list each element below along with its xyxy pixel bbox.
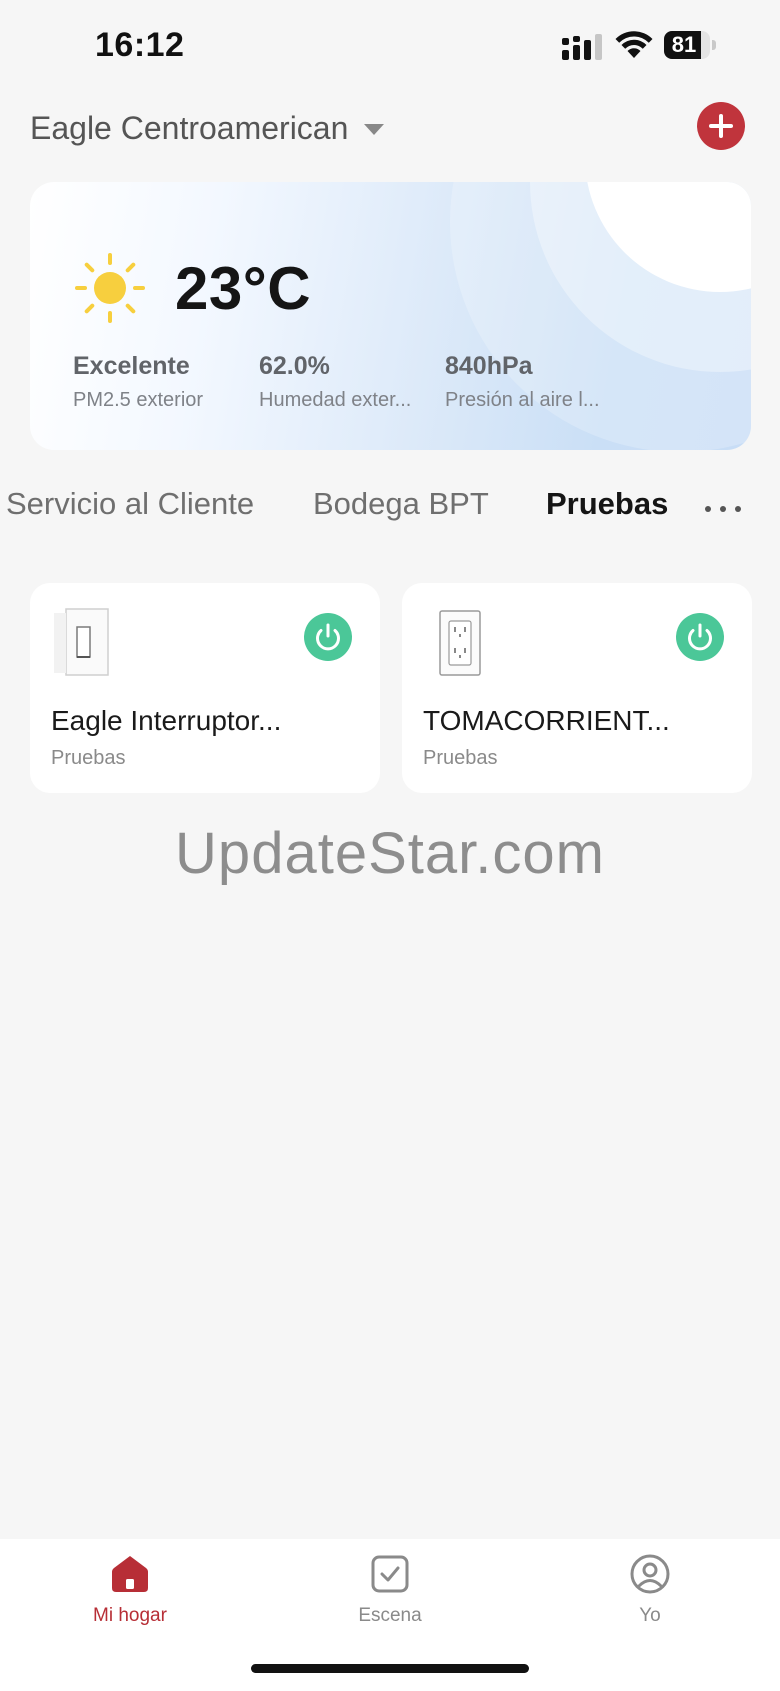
home-indicator <box>251 1664 529 1673</box>
status-time: 16:12 <box>95 26 185 64</box>
stat-humidity: 62.0% Humedad exter... <box>259 352 411 412</box>
chevron-down-icon <box>364 123 385 135</box>
stat-label: PM2.5 exterior <box>73 389 204 411</box>
power-toggle-button[interactable] <box>304 613 352 661</box>
home-icon <box>112 1556 148 1592</box>
nav-item-mi-hogar[interactable]: Mi hogar <box>50 1553 210 1627</box>
nav-label: Yo <box>639 1605 661 1626</box>
status-bar: 16:12 81 <box>0 0 780 92</box>
wifi-icon <box>615 31 653 58</box>
device-card[interactable]: Eagle Interruptor... Pruebas <box>30 583 380 793</box>
nav-label: Escena <box>358 1605 422 1626</box>
power-toggle-button[interactable] <box>676 613 724 661</box>
nav-item-yo[interactable]: Yo <box>570 1553 730 1627</box>
power-icon <box>688 623 712 651</box>
stat-value: Excelente <box>73 352 190 380</box>
power-icon <box>316 623 340 651</box>
scene-checkbox-icon <box>371 1555 409 1593</box>
home-selector[interactable]: Eagle Centroamerican <box>30 105 385 151</box>
watermark: UpdateStar.com <box>175 821 605 886</box>
nav-item-escena[interactable]: Escena <box>310 1553 470 1627</box>
sun-icon <box>75 253 145 323</box>
device-room: Pruebas <box>423 747 498 769</box>
stat-label: Presión al aire l... <box>445 389 600 411</box>
room-tabs: Servicio al Cliente Bodega BPT Pruebas <box>0 486 780 536</box>
battery-level: 81 <box>671 32 697 57</box>
home-name: Eagle Centroamerican <box>30 109 349 146</box>
temperature: 23°C <box>175 255 312 322</box>
add-device-button[interactable] <box>697 102 745 150</box>
nav-label: Mi hogar <box>93 1605 167 1626</box>
device-name: TOMACORRIENT... <box>423 705 670 736</box>
device-room: Pruebas <box>51 747 126 769</box>
tab-bodega-bpt[interactable]: Bodega BPT <box>313 486 489 522</box>
stat-label: Humedad exter... <box>259 389 412 411</box>
user-profile-icon <box>630 1554 670 1594</box>
tab-servicio-al-cliente[interactable]: Servicio al Cliente <box>6 486 254 522</box>
device-name: Eagle Interruptor... <box>51 705 282 736</box>
device-card[interactable]: TOMACORRIENT... Pruebas <box>402 583 752 793</box>
more-horizontal-icon[interactable] <box>703 503 743 515</box>
outlet-icon <box>439 610 481 676</box>
light-switch-icon <box>54 608 109 676</box>
stat-value: 840hPa <box>445 352 533 380</box>
stat-value: 62.0% <box>259 352 330 380</box>
battery-icon: 81 <box>664 31 716 59</box>
stat-pressure: 840hPa Presión al aire l... <box>445 352 600 412</box>
stat-pm25: Excelente PM2.5 exterior <box>73 352 203 412</box>
weather-card[interactable]: 23°C Excelente PM2.5 exterior 62.0% Hume… <box>30 182 751 450</box>
tab-pruebas[interactable]: Pruebas <box>546 486 668 522</box>
cellular-signal-icon <box>562 34 602 60</box>
